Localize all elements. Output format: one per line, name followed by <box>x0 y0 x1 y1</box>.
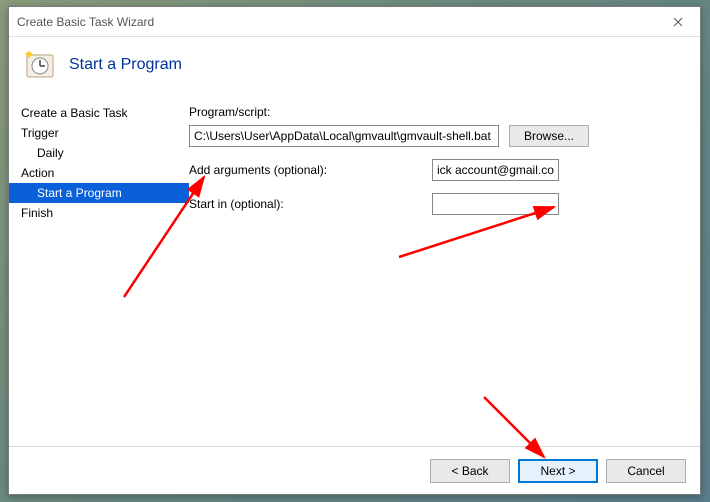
start-in-label: Start in (optional): <box>189 197 359 211</box>
nav-action[interactable]: Action <box>9 163 189 183</box>
content-area: Create a Basic Task Trigger Daily Action… <box>9 99 700 446</box>
form-area: Program/script: Browse... Add arguments … <box>189 99 700 446</box>
close-button[interactable] <box>655 7 700 36</box>
scheduler-icon <box>25 49 57 81</box>
window-title: Create Basic Task Wizard <box>17 15 154 29</box>
arguments-label: Add arguments (optional): <box>189 163 359 177</box>
page-title: Start a Program <box>69 56 182 74</box>
program-script-label: Program/script: <box>189 105 684 119</box>
back-button[interactable]: < Back <box>430 459 510 483</box>
header: Start a Program <box>9 37 700 99</box>
titlebar: Create Basic Task Wizard <box>9 7 700 37</box>
nav-start-a-program[interactable]: Start a Program <box>9 183 189 203</box>
nav-trigger[interactable]: Trigger <box>9 123 189 143</box>
program-script-input[interactable] <box>189 125 499 147</box>
close-icon <box>673 17 683 27</box>
start-in-input[interactable] <box>432 193 559 215</box>
nav-finish[interactable]: Finish <box>9 203 189 223</box>
nav-create-basic-task[interactable]: Create a Basic Task <box>9 103 189 123</box>
button-bar: < Back Next > Cancel <box>9 446 700 494</box>
nav-daily[interactable]: Daily <box>9 143 189 163</box>
browse-button[interactable]: Browse... <box>509 125 589 147</box>
arguments-input[interactable] <box>432 159 559 181</box>
wizard-window: Create Basic Task Wizard Start a Program… <box>8 6 701 495</box>
next-button[interactable]: Next > <box>518 459 598 483</box>
wizard-nav: Create a Basic Task Trigger Daily Action… <box>9 99 189 446</box>
cancel-button[interactable]: Cancel <box>606 459 686 483</box>
